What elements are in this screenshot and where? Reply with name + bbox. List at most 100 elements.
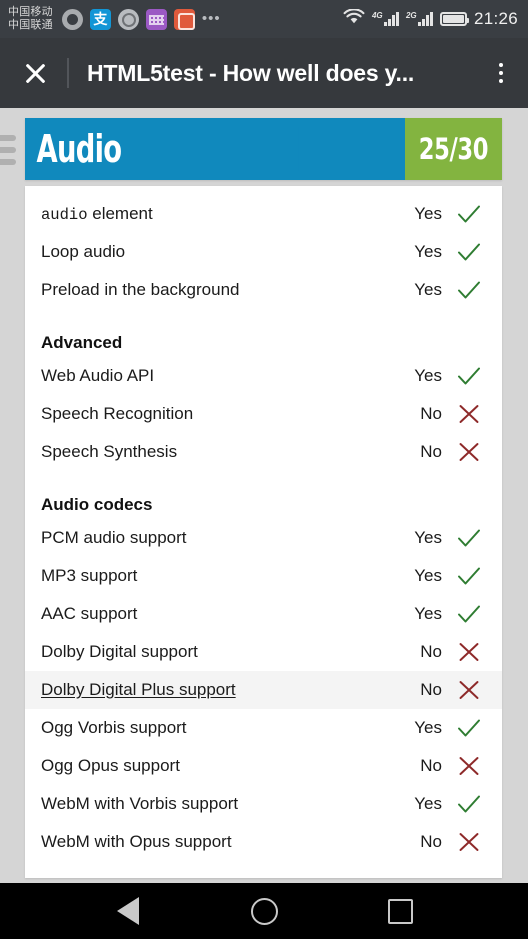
feature-result: No	[420, 831, 484, 853]
feature-result: Yes	[414, 603, 484, 625]
web-page-content: Audio 25/30 audio element Yes Loop audio Ye…	[0, 108, 528, 883]
cross-icon	[454, 441, 484, 463]
red-app-icon	[173, 8, 195, 30]
back-triangle-icon[interactable]	[105, 888, 151, 934]
feature-code-token: audio	[41, 206, 88, 224]
carrier-label: 中国移动 中国联通	[8, 6, 53, 32]
feature-row[interactable]: WebM with Vorbis support Yes	[25, 785, 502, 823]
feature-row[interactable]: Speech Synthesis No	[25, 433, 502, 471]
feature-result: No	[420, 641, 484, 663]
feature-value: Yes	[414, 566, 442, 585]
home-circle-icon[interactable]	[241, 888, 287, 934]
section-header: Advanced	[25, 317, 502, 357]
page-title: HTML5test - How well does y...	[87, 59, 415, 86]
hamburger-bar	[0, 147, 16, 153]
category-score-panel: 25/30	[405, 118, 502, 180]
hamburger-bar	[0, 159, 16, 165]
feature-value: No	[420, 404, 442, 423]
feature-label: audio element	[41, 204, 153, 224]
signal-bar	[391, 15, 395, 26]
cross-icon	[454, 755, 484, 777]
feature-row[interactable]: Ogg Vorbis support Yes	[25, 709, 502, 747]
feature-value: Yes	[414, 280, 442, 299]
feature-row[interactable]: WebM with Opus support No	[25, 823, 502, 861]
feature-row[interactable]: audio element Yes	[25, 195, 502, 233]
feature-label: Web Audio API	[41, 366, 155, 385]
search-circle-icon	[117, 8, 139, 30]
feature-row[interactable]: PCM audio support Yes	[25, 519, 502, 557]
feature-row[interactable]: Ogg Opus support No	[25, 747, 502, 785]
check-icon	[454, 565, 484, 587]
kebab-dot	[499, 79, 503, 83]
feature-label: Dolby Digital Plus support	[41, 680, 236, 699]
category-score: 25/30	[418, 132, 489, 166]
feature-label: MP3 support	[41, 566, 138, 585]
status-clock: 21:26	[473, 9, 518, 28]
check-icon	[454, 527, 484, 549]
feature-result: Yes	[414, 203, 484, 225]
feature-value: No	[420, 680, 442, 699]
feature-row[interactable]: Loop audio Yes	[25, 233, 502, 271]
signal-bar	[421, 19, 425, 26]
recents-square-icon[interactable]	[377, 888, 423, 934]
alipay-icon: 支	[89, 8, 111, 30]
hamburger-menu-icon[interactable]	[0, 135, 16, 165]
feature-list-card: audio element Yes Loop audio Yes Preload in …	[25, 186, 502, 878]
feature-label-text: element	[87, 204, 153, 223]
feature-row[interactable]: Preload in the background Yes	[25, 271, 502, 309]
category-title: Audio	[25, 127, 299, 171]
check-icon	[454, 279, 484, 301]
carrier-line-1: 中国移动	[8, 6, 53, 18]
feature-value: No	[420, 756, 442, 775]
feature-row[interactable]: Dolby Digital Plus support No	[25, 671, 502, 709]
hamburger-bar	[0, 135, 16, 141]
feature-label: WebM with Opus support	[41, 832, 232, 851]
feature-value: Yes	[414, 528, 442, 547]
feature-result: Yes	[414, 565, 484, 587]
signal-bar	[395, 12, 399, 26]
battery-full-icon	[439, 12, 469, 26]
feature-row[interactable]: Web Audio API Yes	[25, 357, 502, 395]
feature-label: Ogg Opus support	[41, 756, 180, 775]
battery-fill	[442, 15, 464, 23]
carrier-line-2: 中国联通	[8, 19, 53, 31]
android-nav-bar	[0, 883, 528, 939]
feature-value: Yes	[414, 718, 442, 737]
category-title-panel: Audio	[25, 118, 405, 180]
feature-result: No	[420, 755, 484, 777]
signal-4g-icon: 4G	[372, 11, 399, 26]
kebab-dot	[499, 71, 503, 75]
feature-label: WebM with Vorbis support	[41, 794, 239, 813]
feature-label: Dolby Digital support	[41, 642, 198, 661]
signal-bar	[383, 22, 387, 26]
app-bar-divider	[67, 58, 69, 88]
feature-row[interactable]: AAC support Yes	[25, 595, 502, 633]
check-icon	[454, 365, 484, 387]
feature-result: Yes	[414, 365, 484, 387]
notification-icons: 支 •••	[61, 8, 221, 30]
feature-value: No	[420, 832, 442, 851]
cross-icon	[454, 403, 484, 425]
feature-row[interactable]: Speech Recognition No	[25, 395, 502, 433]
phone-screen: 中国移动 中国联通 支 ••• 4G 2G 21:26 HTML5test - …	[0, 0, 528, 939]
signal-2g-label: 2G	[405, 11, 417, 20]
kebab-dot	[499, 63, 503, 67]
signal-bar	[417, 22, 421, 26]
feature-label: Speech Recognition	[41, 404, 194, 423]
feature-label: Preload in the background	[41, 280, 240, 299]
cross-icon	[454, 679, 484, 701]
feature-value: Yes	[414, 604, 442, 623]
close-icon[interactable]	[20, 58, 50, 88]
check-icon	[454, 603, 484, 625]
overflow-menu-icon[interactable]	[488, 58, 514, 88]
feature-label: Loop audio	[41, 242, 126, 261]
cross-icon	[454, 641, 484, 663]
signal-bar	[429, 12, 433, 26]
signal-bar	[425, 15, 429, 26]
feature-result: Yes	[414, 279, 484, 301]
cross-icon	[454, 831, 484, 853]
feature-row[interactable]: Dolby Digital support No	[25, 633, 502, 671]
back-glyph	[117, 897, 139, 925]
feature-row[interactable]: MP3 support Yes	[25, 557, 502, 595]
feature-list: audio element Yes Loop audio Yes Preload in …	[25, 186, 502, 861]
